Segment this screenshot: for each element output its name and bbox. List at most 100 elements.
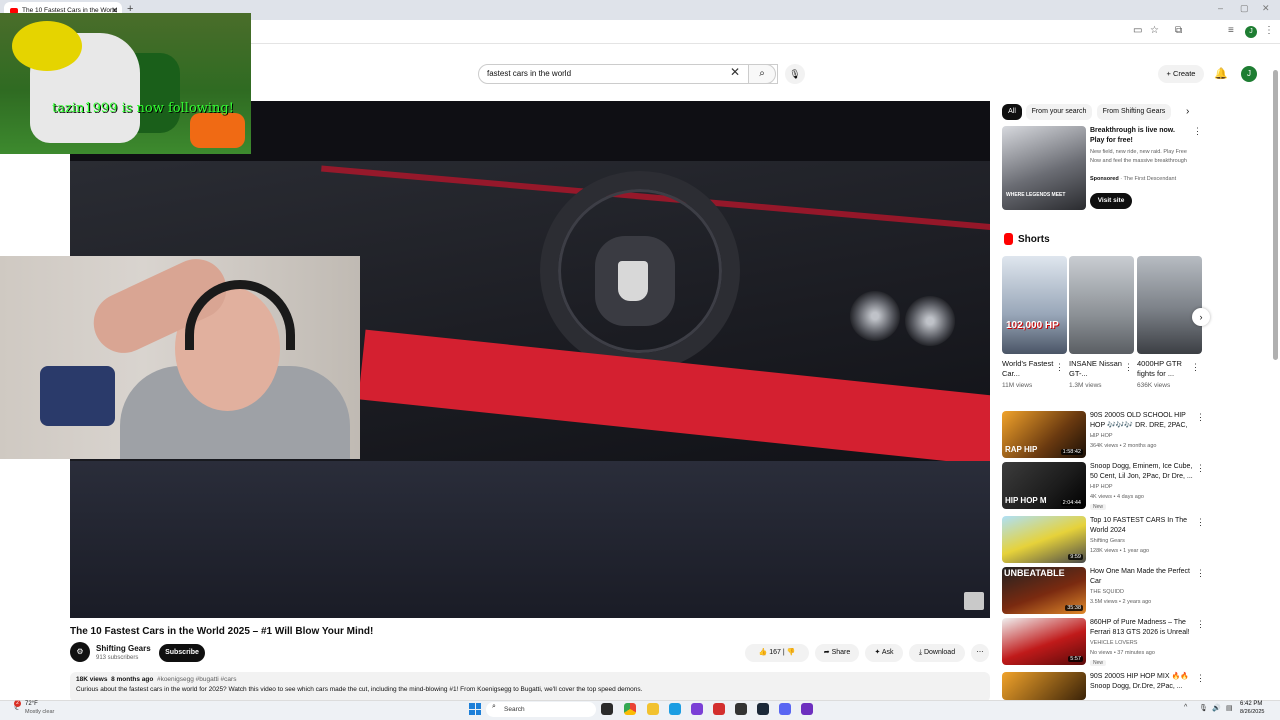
- rec-channel[interactable]: HIP HOP: [1090, 433, 1113, 439]
- hashtags[interactable]: #koenigsegg #bugatti #cars: [157, 676, 237, 683]
- chip-from-your-search[interactable]: From your search: [1026, 104, 1092, 120]
- screen: The 10 Fastest Cars in the World ✕ + – ▢…: [0, 0, 1280, 720]
- channel-avatar[interactable]: ⚙: [70, 642, 90, 662]
- scrollbar-thumb[interactable]: [1273, 70, 1278, 360]
- close-window-button[interactable]: ✕: [1262, 3, 1270, 14]
- rec-title[interactable]: 860HP of Pure Madness – The Ferrari 813 …: [1090, 618, 1195, 638]
- like-dislike-button[interactable]: 👍 167 | 👎: [745, 644, 809, 662]
- browser-menu-icon[interactable]: ⋮: [1264, 25, 1274, 36]
- rec-thumbnail[interactable]: 5:57: [1002, 618, 1086, 665]
- subscribe-button[interactable]: Subscribe: [159, 644, 205, 662]
- short-more-icon[interactable]: ⋮: [1124, 362, 1133, 373]
- rec-title[interactable]: Top 10 FASTEST CARS In The World 2024: [1090, 516, 1195, 536]
- task-view-icon[interactable]: [601, 703, 613, 715]
- chrome-icon[interactable]: [624, 703, 636, 715]
- rec-more-icon[interactable]: ⋮: [1196, 673, 1205, 684]
- video-frame-gauge: [850, 291, 900, 341]
- windows-start-icon[interactable]: [469, 703, 481, 715]
- shorts-next-button[interactable]: ›: [1192, 308, 1210, 326]
- advertiser-name: · The First Descendant: [1120, 176, 1177, 182]
- bookmark-star-icon[interactable]: ☆: [1150, 25, 1159, 36]
- weather-temperature[interactable]: 72°F: [25, 701, 38, 707]
- rec-title[interactable]: Snoop Dogg, Eminem, Ice Cube, 50 Cent, L…: [1090, 462, 1195, 482]
- discord-icon[interactable]: [779, 703, 791, 715]
- rec-meta: 364K views • 2 months ago: [1090, 443, 1157, 449]
- rec-title[interactable]: How One Man Made the Perfect Car: [1090, 567, 1195, 587]
- rec-channel[interactable]: Shifting Gears: [1090, 538, 1125, 544]
- weather-condition: Mostly clear: [25, 709, 55, 715]
- rec-thumbnail[interactable]: 9:59: [1002, 516, 1086, 563]
- short-more-icon[interactable]: ⋮: [1191, 362, 1200, 373]
- clock-date[interactable]: 8/26/2025: [1240, 709, 1264, 715]
- visit-site-button[interactable]: Visit site: [1090, 193, 1132, 209]
- create-button[interactable]: + Create: [1158, 65, 1204, 83]
- clear-search-icon[interactable]: ✕: [730, 65, 740, 79]
- rec-thumbnail[interactable]: HIP HOP M 2:04:44: [1002, 462, 1086, 509]
- rec-meta: 128K views • 1 year ago: [1090, 548, 1150, 554]
- notifications-bell-icon[interactable]: 🔔: [1214, 67, 1228, 80]
- share-button[interactable]: ➦ Share: [815, 644, 859, 662]
- short-title[interactable]: 4000HP GTR fights for ...: [1137, 359, 1197, 379]
- minimize-button[interactable]: –: [1218, 3, 1223, 13]
- cast-icon[interactable]: ▭: [1133, 25, 1142, 36]
- short-more-icon[interactable]: ⋮: [1055, 362, 1064, 373]
- chip-all[interactable]: All: [1002, 104, 1022, 120]
- short-thumbnail[interactable]: 102,000 HP: [1002, 256, 1067, 354]
- page-scrollbar[interactable]: [1273, 60, 1278, 700]
- download-button[interactable]: ⤓ Download: [909, 644, 965, 662]
- channel-name[interactable]: Shifting Gears: [96, 644, 151, 653]
- ad-thumbnail[interactable]: WHERE LEGENDS MEET: [1002, 126, 1086, 210]
- rec-more-icon[interactable]: ⋮: [1196, 463, 1205, 474]
- app-icon[interactable]: [691, 703, 703, 715]
- rec-more-icon[interactable]: ⋮: [1196, 517, 1205, 528]
- rec-thumbnail[interactable]: UNBEATABLE 35:38: [1002, 567, 1086, 614]
- chip-from-shifting-gears[interactable]: From Shifting Gears: [1097, 104, 1171, 120]
- chevron-right-icon[interactable]: ›: [1186, 106, 1189, 117]
- search-button[interactable]: ⌕: [748, 64, 776, 84]
- rec-thumbnail[interactable]: RAP HIP 1:58:42: [1002, 411, 1086, 458]
- duration-badge: 9:59: [1068, 554, 1083, 560]
- rec-channel[interactable]: HIP HOP: [1090, 484, 1113, 490]
- media-controls-icon[interactable]: ≡: [1228, 25, 1234, 36]
- channel-watermark-icon[interactable]: [964, 592, 984, 610]
- short-title[interactable]: World's Fastest Car...: [1002, 359, 1062, 379]
- rec-thumbnail-text: RAP HIP: [1005, 445, 1038, 454]
- like-count: 167: [769, 649, 781, 656]
- short-title[interactable]: INSANE Nissan GT-...: [1069, 359, 1129, 379]
- rec-channel[interactable]: VEHICLE LOVERS: [1090, 640, 1137, 646]
- thumbs-down-icon[interactable]: | 👎: [783, 649, 795, 656]
- mic-tray-icon[interactable]: 🎙: [1199, 704, 1208, 712]
- thumbs-up-icon[interactable]: 👍: [759, 649, 768, 656]
- app-icon[interactable]: [801, 703, 813, 715]
- volume-icon[interactable]: 🔊: [1212, 704, 1221, 712]
- rec-title[interactable]: 90S 2000S HIP HOP MIX 🔥🔥 Snoop Dogg, Dr.…: [1090, 672, 1195, 692]
- app-icon[interactable]: [713, 703, 725, 715]
- taskbar-search-box[interactable]: Search: [486, 702, 596, 717]
- ask-button[interactable]: ✦ Ask: [865, 644, 903, 662]
- edge-icon[interactable]: [669, 703, 681, 715]
- app-icon[interactable]: [735, 703, 747, 715]
- subscriber-count: 913 subscribers: [96, 655, 139, 661]
- tray-chevron-icon[interactable]: ^: [1184, 704, 1187, 711]
- extensions-icon[interactable]: ⧉: [1175, 25, 1182, 36]
- maximize-button[interactable]: ▢: [1240, 3, 1249, 14]
- rec-more-icon[interactable]: ⋮: [1196, 619, 1205, 630]
- rec-more-icon[interactable]: ⋮: [1196, 412, 1205, 423]
- file-explorer-icon[interactable]: [647, 703, 659, 715]
- rec-more-icon[interactable]: ⋮: [1196, 568, 1205, 579]
- browser-profile-avatar[interactable]: J: [1245, 26, 1257, 38]
- rec-thumbnail[interactable]: [1002, 672, 1086, 700]
- ad-more-icon[interactable]: ⋮: [1193, 126, 1202, 137]
- account-avatar[interactable]: J: [1241, 66, 1257, 82]
- clock-time[interactable]: 6:42 PM: [1240, 701, 1262, 707]
- short-thumbnail[interactable]: [1069, 256, 1134, 354]
- more-actions-button[interactable]: ⋯: [971, 644, 989, 662]
- video-title: The 10 Fastest Cars in the World 2025 – …: [70, 626, 374, 637]
- voice-search-button[interactable]: 🎙: [785, 64, 805, 84]
- new-badge: New: [1090, 504, 1107, 510]
- short-thumbnail[interactable]: [1137, 256, 1202, 354]
- rec-channel[interactable]: THE SQUIDD: [1090, 589, 1124, 595]
- network-icon[interactable]: ▤: [1226, 704, 1233, 712]
- steam-icon[interactable]: [757, 703, 769, 715]
- ad-title[interactable]: Breakthrough is live now. Play for free!: [1090, 126, 1190, 146]
